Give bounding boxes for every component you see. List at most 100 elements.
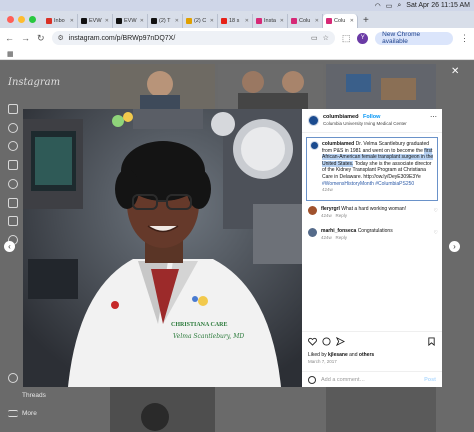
site-info-icon[interactable]: ⚙ bbox=[58, 34, 64, 42]
like-comment-heart-icon[interactable]: ♡ bbox=[434, 208, 438, 214]
zoom-window-button[interactable] bbox=[29, 16, 36, 23]
wifi-icon[interactable]: ◠ bbox=[375, 2, 381, 10]
post-date: March 7, 2017 bbox=[308, 359, 337, 364]
home-icon[interactable] bbox=[8, 104, 18, 114]
portrait-image bbox=[23, 109, 302, 387]
close-tab-icon[interactable]: ✕ bbox=[70, 18, 74, 24]
header-separator: • bbox=[357, 114, 359, 120]
caption-username[interactable]: columbiamed bbox=[322, 141, 354, 147]
reply-button[interactable]: Reply bbox=[336, 213, 348, 218]
next-post-button[interactable]: › bbox=[449, 241, 460, 252]
close-tab-icon[interactable]: ✕ bbox=[245, 18, 249, 24]
feed-tile[interactable] bbox=[218, 64, 323, 109]
share-send-icon[interactable] bbox=[336, 337, 345, 346]
tab-favicon-icon bbox=[151, 18, 157, 24]
sidebar-more-label[interactable]: More bbox=[22, 410, 37, 417]
browser-tab[interactable]: Inbo ✕ bbox=[43, 14, 78, 28]
browser-tab[interactable]: EVW ✕ bbox=[78, 14, 113, 28]
tab-label: Insta bbox=[264, 18, 276, 24]
cast-icon[interactable]: ▭ bbox=[311, 34, 318, 42]
comment-bubble-icon[interactable] bbox=[322, 337, 331, 346]
close-tab-icon[interactable]: ✕ bbox=[210, 18, 214, 24]
feed-tile[interactable] bbox=[326, 387, 436, 432]
new-chrome-available-button[interactable]: New Chrome available bbox=[375, 31, 453, 45]
follow-button[interactable]: Follow bbox=[363, 114, 380, 120]
profile-avatar[interactable]: Y bbox=[357, 32, 369, 44]
browser-tab[interactable]: 18 s ✕ bbox=[218, 14, 253, 28]
emoji-icon[interactable] bbox=[308, 376, 316, 384]
reload-icon[interactable]: ↻ bbox=[37, 33, 45, 44]
explore-icon[interactable] bbox=[8, 141, 18, 151]
bookmark-star-icon[interactable]: ☆ bbox=[323, 34, 329, 42]
create-icon[interactable] bbox=[8, 216, 18, 226]
close-tab-icon[interactable]: ✕ bbox=[315, 18, 319, 24]
minimize-window-button[interactable] bbox=[18, 16, 25, 23]
caption-avatar[interactable] bbox=[310, 141, 319, 150]
commenter-avatar[interactable] bbox=[308, 206, 317, 215]
likes-others[interactable]: others bbox=[359, 352, 374, 358]
like-comment-heart-icon[interactable]: ♡ bbox=[434, 230, 438, 236]
messages-icon[interactable] bbox=[8, 179, 18, 189]
post-comment-button[interactable]: Post bbox=[424, 377, 436, 383]
post-location[interactable]: Columbia University Irving Medical Cente… bbox=[323, 121, 407, 126]
forward-icon[interactable]: → bbox=[21, 33, 30, 43]
likes-user[interactable]: kjlesane bbox=[328, 352, 348, 358]
like-heart-icon[interactable] bbox=[308, 337, 317, 346]
browser-tab[interactable]: Colu ✕ bbox=[288, 14, 323, 28]
browser-tab[interactable]: (2) T ✕ bbox=[148, 14, 183, 28]
post-caption: columbiamed Dr. Velma Scantlebury gradua… bbox=[306, 137, 438, 201]
browser-tab[interactable]: Insta ✕ bbox=[253, 14, 288, 28]
previous-post-button[interactable]: ‹ bbox=[4, 241, 15, 252]
feed-tile[interactable] bbox=[110, 387, 215, 432]
reply-button[interactable]: Reply bbox=[336, 235, 348, 240]
browser-tab[interactable]: (2) C ✕ bbox=[183, 14, 218, 28]
tab-favicon-icon bbox=[256, 18, 262, 24]
close-tab-icon[interactable]: ✕ bbox=[350, 18, 354, 24]
tab-favicon-icon bbox=[291, 18, 297, 24]
feed-tile[interactable] bbox=[110, 64, 215, 109]
post-photo[interactable]: CHRISTIANA CARE Velma Scantlebury, MD bbox=[23, 109, 302, 387]
caption-timestamp: 424w bbox=[322, 187, 333, 193]
extensions-icon[interactable]: ⬚ bbox=[342, 33, 351, 44]
new-tab-button[interactable]: + bbox=[358, 15, 374, 28]
notifications-heart-icon[interactable] bbox=[8, 198, 18, 208]
instagram-logo[interactable]: Instagram bbox=[8, 77, 60, 88]
browser-tab[interactable]: EVW ✕ bbox=[113, 14, 148, 28]
commenter-username[interactable]: fleryrgrl bbox=[321, 206, 340, 212]
post-header: columbiamed • Follow Columbia University… bbox=[302, 109, 442, 133]
back-icon[interactable]: ← bbox=[5, 33, 14, 43]
feed-tile-photo bbox=[110, 64, 215, 109]
search-icon[interactable] bbox=[8, 123, 18, 133]
more-options-icon[interactable]: ⋯ bbox=[430, 113, 437, 121]
author-username[interactable]: columbiamed bbox=[323, 114, 358, 120]
author-avatar[interactable] bbox=[308, 115, 319, 126]
close-tab-icon[interactable]: ✕ bbox=[105, 18, 109, 24]
comment-time: 424w bbox=[321, 213, 332, 218]
close-tab-icon[interactable]: ✕ bbox=[140, 18, 144, 24]
sidebar-threads-label[interactable]: Threads bbox=[22, 392, 46, 399]
comment-meta: 424w Reply bbox=[321, 213, 347, 218]
commenter-username[interactable]: marhi_fonseca bbox=[321, 228, 356, 234]
address-bar[interactable]: ⚙ instagram.com/p/BRWp97nDQ7X/ ▭ ☆ bbox=[51, 31, 335, 45]
close-window-button[interactable] bbox=[7, 16, 14, 23]
close-tab-icon[interactable]: ✕ bbox=[280, 18, 284, 24]
close-tab-icon[interactable]: ✕ bbox=[175, 18, 179, 24]
chrome-menu-icon[interactable]: ⋮ bbox=[460, 33, 469, 44]
threads-icon[interactable] bbox=[8, 373, 18, 383]
url-text[interactable]: instagram.com/p/BRWp97nDQ7X/ bbox=[69, 35, 175, 42]
apps-grid-icon[interactable]: ▦ bbox=[7, 50, 14, 58]
likes-summary: Liked by kjlesane and others bbox=[308, 352, 374, 358]
browser-tab[interactable]: Colu ✕ bbox=[323, 14, 358, 28]
battery-icon[interactable]: ▭ bbox=[386, 2, 393, 10]
commenter-avatar[interactable] bbox=[308, 228, 317, 237]
feed-tile[interactable] bbox=[326, 64, 436, 109]
tab-favicon-icon bbox=[116, 18, 122, 24]
menubar-clock[interactable]: Sat Apr 26 11:15 AM bbox=[406, 2, 470, 9]
more-menu-icon[interactable] bbox=[8, 410, 18, 417]
close-modal-icon[interactable]: ✕ bbox=[451, 66, 459, 77]
caption-hashtags[interactable]: #WomensHistoryMonth #ColumbiaPS250 bbox=[322, 181, 414, 187]
save-bookmark-icon[interactable] bbox=[427, 337, 436, 346]
add-comment-input[interactable]: Add a comment… bbox=[321, 377, 365, 383]
reels-icon[interactable] bbox=[8, 160, 18, 170]
search-icon[interactable]: ⌕ bbox=[397, 2, 401, 10]
